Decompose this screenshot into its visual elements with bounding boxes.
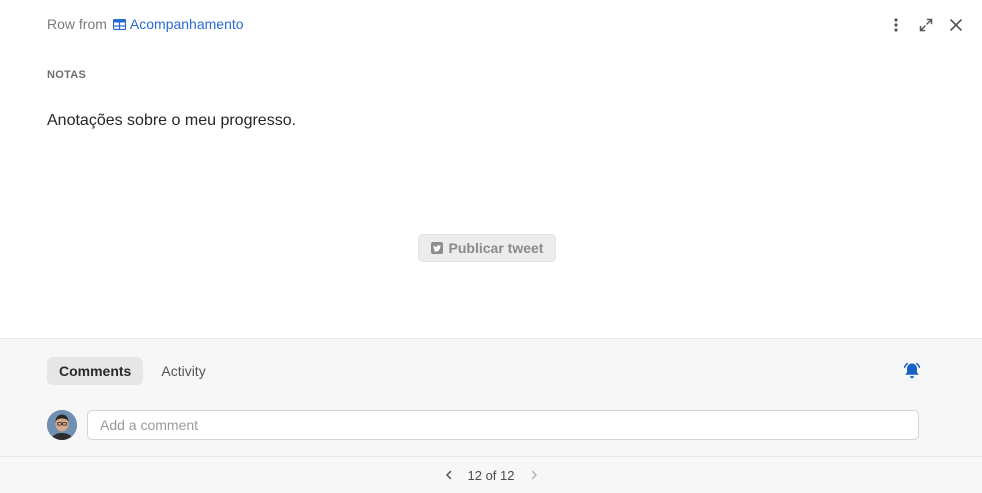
table-link[interactable]: Acompanhamento <box>130 16 244 32</box>
twitter-icon <box>430 242 443 254</box>
comment-composer <box>47 409 919 441</box>
bell-icon[interactable] <box>902 361 922 381</box>
more-vertical-icon[interactable] <box>886 15 906 35</box>
field-label: NOTAS <box>47 69 87 81</box>
next-icon[interactable] <box>527 468 541 482</box>
field-value[interactable]: Anotações sobre o meu progresso. <box>47 112 296 130</box>
comments-panel: Comments Activity <box>0 338 982 456</box>
header-actions <box>886 15 966 35</box>
row-source: Row from Acompanhamento <box>47 16 244 32</box>
comment-tabs: Comments Activity <box>47 357 218 385</box>
pager-text: 12 of 12 <box>467 467 515 483</box>
tab-activity[interactable]: Activity <box>149 357 217 385</box>
publish-tweet-button[interactable]: Publicar tweet <box>418 234 556 262</box>
record-header: Row from Acompanhamento <box>0 0 982 48</box>
record-pager: 12 of 12 <box>0 456 982 493</box>
tab-comments[interactable]: Comments <box>47 357 144 385</box>
comment-input[interactable] <box>87 410 919 440</box>
close-icon[interactable] <box>946 15 966 35</box>
avatar <box>47 410 77 440</box>
table-icon <box>112 18 126 30</box>
row-from-label: Row from <box>47 16 107 32</box>
publish-tweet-label: Publicar tweet <box>448 240 544 256</box>
expand-icon[interactable] <box>916 15 936 35</box>
previous-icon[interactable] <box>442 468 456 482</box>
